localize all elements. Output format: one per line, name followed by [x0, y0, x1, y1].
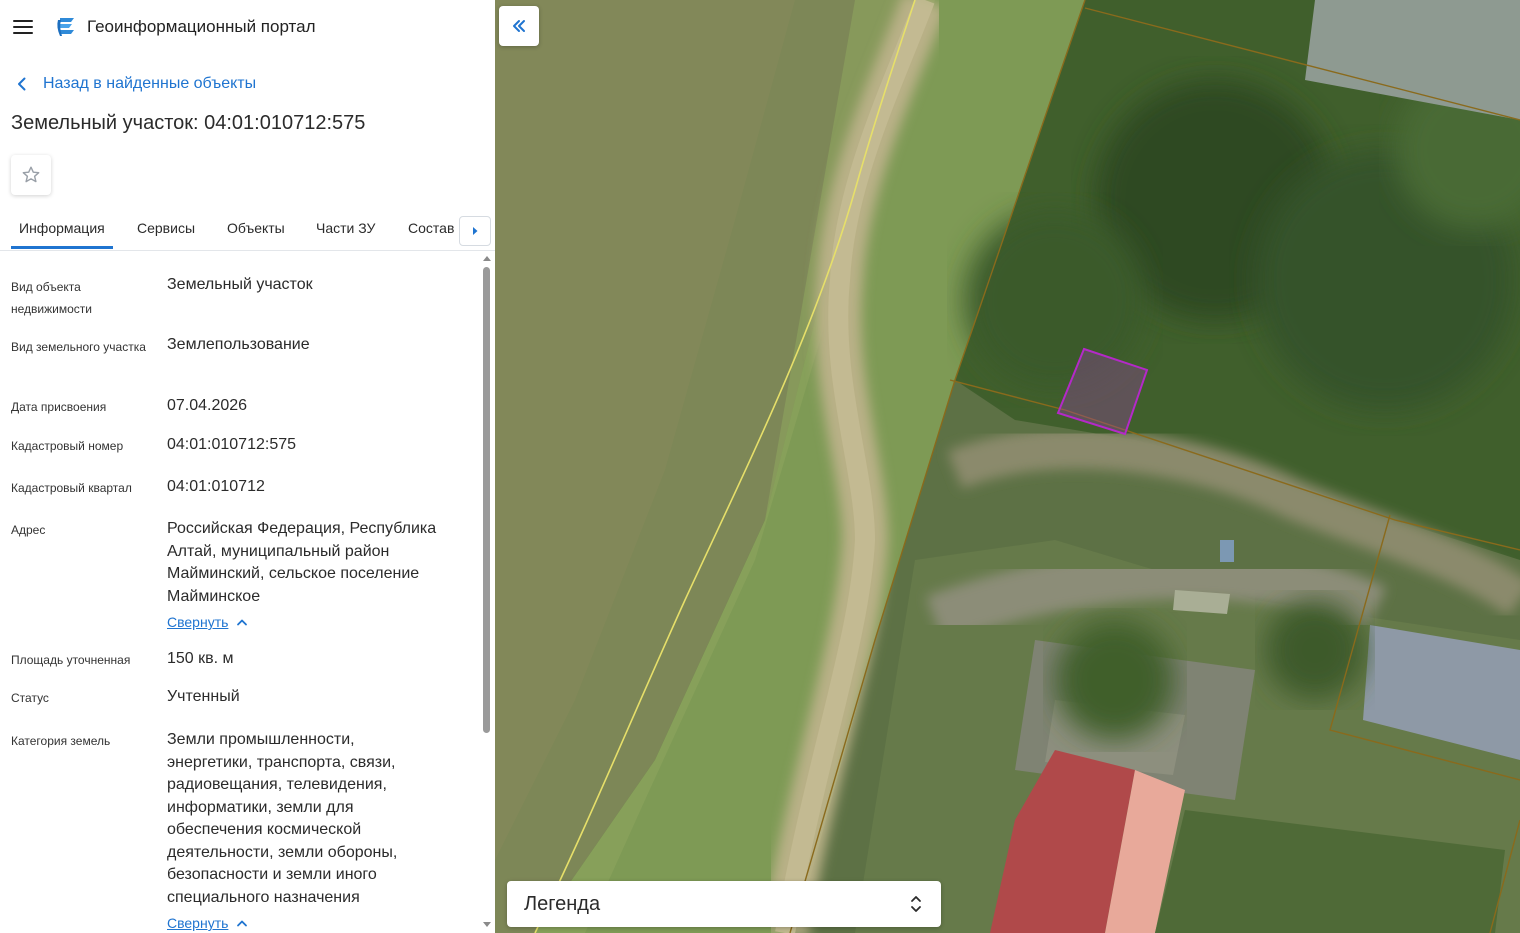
info-value: 07.04.2026 — [167, 397, 248, 414]
tab-composition[interactable]: Состав — [408, 220, 454, 236]
back-to-results-link[interactable]: Назад в найденные объекты — [13, 72, 256, 96]
tabs-scroll-right-button[interactable] — [459, 216, 491, 246]
favorite-button[interactable] — [11, 155, 51, 195]
star-outline-icon — [22, 166, 40, 183]
tab-objects[interactable]: Объекты — [227, 220, 285, 236]
legend-label: Легенда — [524, 893, 601, 915]
info-list: Вид объекта недвижимости Земельный участ… — [0, 252, 480, 933]
collapse-label: Свернуть — [167, 915, 229, 931]
back-link-label: Назад в найденные объекты — [43, 75, 257, 92]
active-tab-indicator — [11, 246, 113, 249]
chevron-up-icon — [237, 920, 248, 927]
map-view[interactable] — [495, 0, 1520, 933]
portal-logo-icon — [57, 18, 74, 36]
scroll-up-arrow-icon[interactable] — [483, 256, 491, 261]
caret-right-icon — [473, 227, 478, 235]
app-header: Геоинформационный портал — [0, 0, 495, 56]
collapse-label: Свернуть — [167, 614, 229, 630]
info-value-address: Российская Федерация, Республика Алтай, … — [167, 518, 467, 635]
info-label: Кадастровый номер — [11, 439, 124, 453]
chevron-left-icon — [18, 77, 26, 91]
info-label: Категория земель — [11, 734, 111, 748]
info-label: Дата присвоения — [11, 400, 107, 414]
chevron-up-icon — [237, 619, 248, 626]
scrollbar-thumb[interactable] — [483, 267, 490, 733]
collapse-address-link[interactable]: Свернуть — [167, 611, 248, 634]
collapse-panel-button[interactable] — [499, 6, 539, 46]
info-label: Вид земельного участка — [11, 340, 146, 354]
land-category-text: Земли промышленности, энергетики, трансп… — [167, 731, 398, 906]
tab-information[interactable]: Информация — [19, 220, 105, 236]
info-value: 04:01:010712:575 — [167, 436, 297, 453]
tab-parcel-parts[interactable]: Части ЗУ — [316, 220, 375, 236]
hamburger-icon[interactable] — [13, 19, 33, 35]
info-label: Адрес — [11, 523, 46, 537]
info-value: Землепользование — [167, 336, 310, 353]
double-chevron-left-icon — [513, 20, 525, 32]
expand-collapse-icon — [911, 896, 921, 912]
scroll-down-arrow-icon[interactable] — [483, 922, 491, 927]
info-value: Учтенный — [167, 688, 240, 705]
legend-dropdown[interactable]: Легенда — [507, 881, 941, 927]
info-label: Статус — [11, 691, 49, 705]
info-value: 150 кв. м — [167, 650, 234, 667]
app-title: Геоинформационный портал — [87, 17, 316, 36]
info-label: Вид объекта недвижимости — [11, 280, 92, 316]
info-label: Кадастровый квартал — [11, 481, 132, 495]
collapse-category-link[interactable]: Свернуть — [167, 912, 248, 933]
address-text: Российская Федерация, Республика Алтай, … — [167, 520, 437, 605]
info-label: Площадь уточненная — [11, 653, 131, 667]
tab-services[interactable]: Сервисы — [137, 220, 195, 236]
tab-bar: Информация Сервисы Объекты Части ЗУ Сост… — [0, 208, 495, 251]
satellite-imagery — [495, 0, 1520, 933]
info-value: Земельный участок — [167, 276, 313, 293]
info-value: 04:01:010712 — [167, 478, 265, 495]
side-panel: Геоинформационный портал Назад в найденн… — [0, 0, 495, 933]
page-title: Земельный участок: 04:01:010712:575 — [11, 112, 366, 134]
info-value-category: Земли промышленности, энергетики, трансп… — [167, 729, 437, 933]
